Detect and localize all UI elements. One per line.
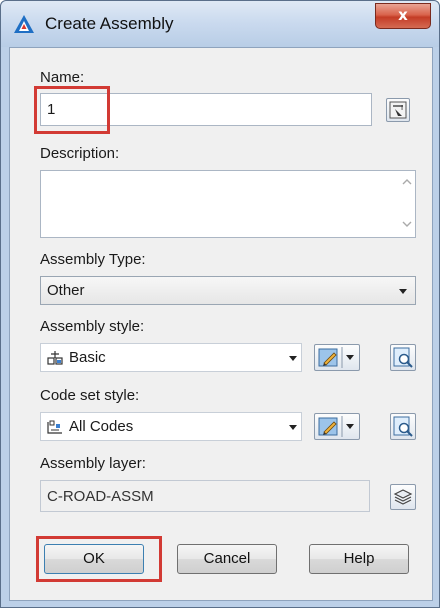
name-template-button[interactable]: I: [386, 98, 410, 122]
assembly-style-details-button[interactable]: [390, 344, 416, 371]
code-set-style-details-button[interactable]: [390, 413, 416, 440]
edit-assembly-style-button[interactable]: [314, 344, 360, 371]
code-set-style-value: All Codes: [69, 418, 134, 435]
ok-button-highlight: [36, 536, 162, 582]
edit-code-set-style-button[interactable]: [314, 413, 360, 440]
layer-stack-icon: [393, 489, 413, 505]
scroll-down-icon: [402, 221, 412, 227]
name-template-icon: I: [389, 101, 407, 119]
window-title: Create Assembly: [45, 14, 174, 33]
edit-style-icon: [318, 347, 354, 368]
dropdown-arrow-icon: [289, 425, 297, 430]
assembly-type-value: Other: [47, 282, 85, 299]
assembly-layer-button[interactable]: [390, 484, 416, 510]
description-label: Description:: [40, 145, 120, 162]
dialog-body: Name: 1 I Description: Assembly Type: Ot…: [9, 47, 433, 601]
code-set-style-label: Code set style:: [40, 387, 140, 404]
code-set-style-select[interactable]: All Codes: [40, 412, 302, 441]
edit-style-icon: [318, 416, 354, 437]
code-set-icon: [47, 420, 62, 434]
assembly-style-icon: [47, 351, 63, 365]
assembly-type-select[interactable]: Other: [40, 276, 416, 305]
style-details-icon: [393, 347, 413, 368]
dropdown-arrow-icon: [399, 289, 407, 294]
cancel-button[interactable]: Cancel: [177, 544, 277, 574]
autocad-civil-icon: [14, 15, 34, 33]
name-input-highlight: [34, 86, 110, 134]
description-scrollbar[interactable]: [399, 171, 415, 237]
assembly-layer-label: Assembly layer:: [40, 455, 146, 472]
assembly-style-value: Basic: [69, 349, 106, 366]
scroll-up-icon: [402, 179, 412, 185]
assembly-style-label: Assembly style:: [40, 318, 145, 335]
description-textarea[interactable]: [40, 170, 416, 238]
name-label: Name:: [40, 69, 85, 86]
title-bar[interactable]: Create Assembly x: [1, 1, 439, 47]
assembly-layer-field: C-ROAD-ASSM: [40, 480, 370, 512]
help-button[interactable]: Help: [309, 544, 409, 574]
svg-text:I: I: [401, 104, 403, 112]
create-assembly-dialog: Create Assembly x Name: 1 I Description:…: [0, 0, 440, 608]
dropdown-arrow-icon: [289, 356, 297, 361]
close-button[interactable]: x: [375, 3, 431, 29]
close-icon: x: [398, 6, 408, 24]
assembly-type-label: Assembly Type:: [40, 251, 146, 268]
assembly-style-select[interactable]: Basic: [40, 343, 302, 372]
style-details-icon: [393, 416, 413, 437]
